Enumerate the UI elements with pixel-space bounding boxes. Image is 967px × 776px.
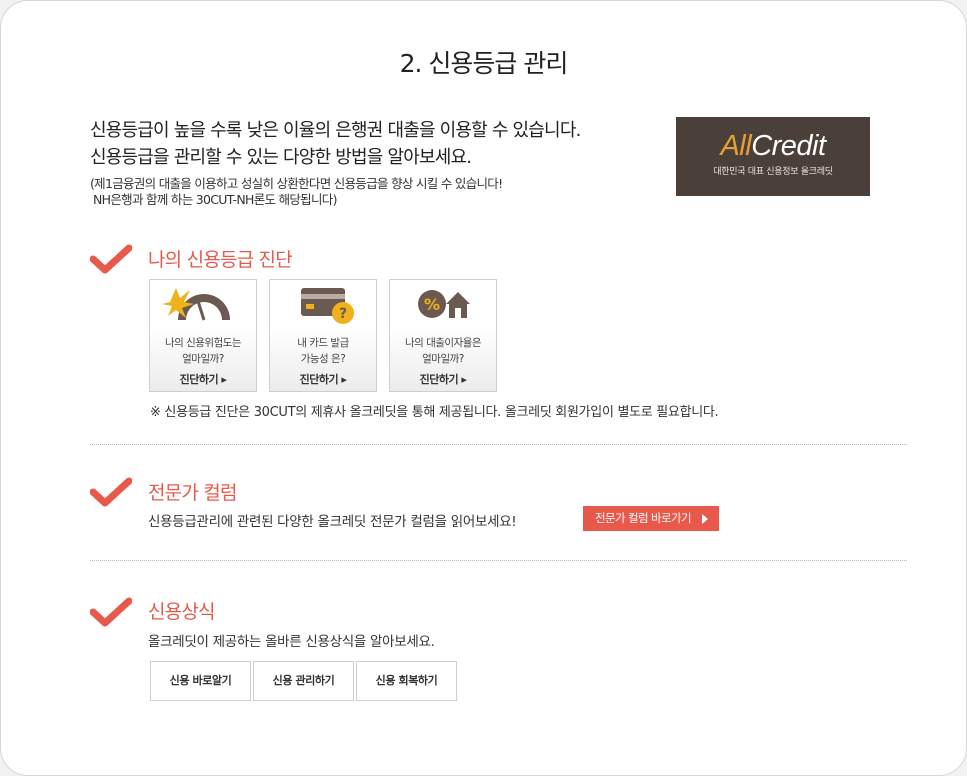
card-label-1: 내 카드 발급 — [297, 337, 349, 349]
percent-house-icon: % — [418, 290, 470, 318]
section-title-column: 전문가 컬럼 — [148, 482, 237, 504]
page-title: 2. 신용등급 관리 — [399, 49, 569, 78]
expert-column-button[interactable]: 전문가 컬럼 바로가기 — [583, 506, 719, 531]
svg-text:%: % — [424, 295, 440, 314]
card-label-2: 얼마일까? — [422, 353, 464, 365]
logo-wordmark: AllCredit — [720, 130, 826, 162]
divider — [90, 560, 907, 561]
logo-tagline: 대한민국 대표 신용정보 올크레딧 — [713, 167, 833, 177]
checkmark-icon — [90, 244, 132, 274]
diagnose-link[interactable]: 진단하기 ▸ — [150, 371, 256, 387]
credit-card-question-icon: ? — [301, 288, 354, 324]
tab-credit-basics[interactable]: 신용 바로알기 — [150, 661, 251, 701]
diagnosis-card-card-issuance[interactable]: ? 내 카드 발급 가능성 은? 진단하기 ▸ — [269, 279, 377, 392]
section-title-diagnosis: 나의 신용등급 진단 — [148, 249, 293, 271]
diagnose-link[interactable]: 진단하기 ▸ — [390, 371, 496, 387]
diagnosis-disclaimer: ※ 신용등급 진단은 30CUT의 제휴사 올크레딧을 통해 제공됩니다. 올크… — [150, 405, 719, 420]
intro-line-1: 신용등급이 높을 수록 낮은 이율의 은행권 대출을 이용할 수 있습니다. — [90, 120, 581, 141]
tab-credit-management[interactable]: 신용 관리하기 — [253, 661, 354, 701]
allcredit-logo[interactable]: AllCredit 대한민국 대표 신용정보 올크레딧 — [676, 117, 870, 196]
column-description: 신용등급관리에 관련된 다양한 올크레딧 전문가 컬럼을 읽어보세요! — [148, 514, 517, 530]
card-label-2: 가능성 은? — [300, 353, 346, 365]
speedometer-icon — [162, 288, 230, 321]
diagnosis-card-credit-risk[interactable]: 나의 신용위험도는 얼마일까? 진단하기 ▸ — [149, 279, 257, 392]
card-label-1: 나의 대출이자율은 — [404, 337, 482, 349]
card-label-2: 얼마일까? — [182, 353, 224, 365]
knowledge-description: 올크레딧이 제공하는 올바른 신용상식을 알아보세요. — [148, 634, 435, 650]
diagnosis-card-loan-interest[interactable]: % 나의 대출이자율은 얼마일까? 진단하기 ▸ — [389, 279, 497, 392]
expert-column-button-label: 전문가 컬럼 바로가기 — [595, 511, 692, 525]
checkmark-icon — [90, 477, 132, 507]
card-label-1: 나의 신용위험도는 — [164, 337, 242, 349]
diagnose-link[interactable]: 진단하기 ▸ — [270, 371, 376, 387]
svg-text:?: ? — [339, 306, 347, 322]
divider — [90, 444, 907, 445]
section-title-knowledge: 신용상식 — [148, 601, 216, 623]
intro-line-2: 신용등급을 관리할 수 있는 다양한 방법을 알아보세요. — [90, 147, 472, 168]
arrow-right-icon — [702, 514, 708, 524]
tab-credit-recovery[interactable]: 신용 회복하기 — [356, 661, 457, 701]
checkmark-icon — [90, 597, 132, 627]
intro-note-2: NH은행과 함께 하는 30CUT-NH론도 해당됩니다) — [93, 192, 337, 207]
